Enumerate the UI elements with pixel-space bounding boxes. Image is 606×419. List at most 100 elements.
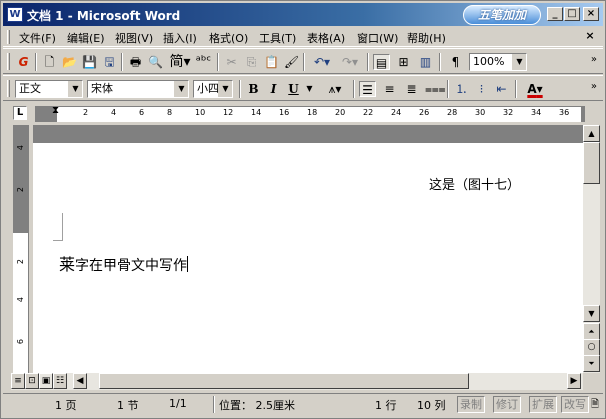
web-layout-icon[interactable]: ⊡ [25, 373, 39, 389]
scroll-up-icon[interactable]: ▲ [583, 125, 600, 142]
vertical-ruler-tick-label: 2 [16, 259, 25, 265]
outline-view-icon[interactable]: ☷ [53, 373, 67, 389]
numbering-icon[interactable]: ⒈ [453, 81, 470, 97]
formatting-toolbar: 正文 ▼ 宋体 ▼ 小四 ▼ B I U ▼ ⩚▾ ☰ ≡ ≣ ⩶ ⒈ ⁝ ⇤ A▾ … [3, 75, 603, 101]
bullets-icon[interactable]: ⁝ [473, 81, 490, 97]
vertical-scrollbar[interactable]: ▲ ▼ ⏶ ○ ⏷ [583, 125, 600, 373]
traditional-chinese-icon[interactable]: 简▾ [167, 54, 193, 70]
toolbar-options-chevron-icon[interactable]: » [591, 81, 597, 92]
ime-brand-badge[interactable]: 五笔加加 [463, 5, 541, 25]
menu-window[interactable]: 窗口(W) [357, 30, 398, 46]
chevron-down-icon[interactable]: ▼ [512, 54, 526, 70]
previous-page-icon[interactable]: ⏶ [583, 323, 600, 340]
menu-view[interactable]: 视图(V) [115, 30, 153, 46]
style-select[interactable]: 正文 ▼ [15, 80, 83, 98]
standard-toolbar: G 🗋 📂 💾 🖫 🖶 🔍 简▾ ᵃᵇᶜ ✂ ⎘ 📋 🖌 ↶▾ ↷▾ ▤ ⊞ ▥… [3, 48, 603, 74]
format-painter-icon[interactable]: 🖌 [283, 54, 300, 70]
spelling-status-icon[interactable]: 🗎 [591, 397, 599, 414]
menu-file[interactable]: 文件(F) [19, 30, 56, 46]
toolbar-options-chevron-icon[interactable]: » [591, 54, 597, 65]
distributed-icon[interactable]: ⩶ [425, 81, 446, 97]
align-center-icon[interactable]: ≡ [381, 81, 398, 97]
copy-icon[interactable]: ⎘ [243, 54, 260, 70]
text-cursor [187, 256, 189, 272]
new-document-icon[interactable]: 🗋 [41, 54, 58, 70]
chevron-down-icon[interactable]: ▼ [218, 81, 232, 97]
ime-g-icon[interactable]: G [15, 54, 32, 70]
undo-icon[interactable]: ↶▾ [309, 54, 335, 70]
title-bar[interactable]: W 文档 1 - Microsoft Word 五笔加加 _ □ × [3, 3, 603, 26]
save-icon[interactable]: 💾 [81, 54, 98, 70]
open-folder-icon[interactable]: 📂 [61, 54, 78, 70]
menu-tools[interactable]: 工具(T) [259, 30, 296, 46]
chevron-down-icon[interactable]: ▼ [174, 81, 188, 97]
select-browse-object-icon[interactable]: ○ [583, 339, 600, 356]
body-text-line[interactable]: 莱字在甲骨文中写作 [59, 251, 189, 275]
figure-caption[interactable]: 这是（图十七） [429, 174, 520, 193]
horizontal-ruler[interactable]: ⧗ 2 4 6 8 10 12 14 16 18 20 22 24 26 28 30 32 34 36 [35, 105, 585, 123]
word-window: W 文档 1 - Microsoft Word 五笔加加 _ □ × 文件(F)… [0, 0, 606, 419]
next-page-icon[interactable]: ⏷ [583, 355, 600, 372]
tab-selector[interactable]: L [13, 106, 27, 120]
menu-table[interactable]: 表格(A) [307, 30, 345, 46]
align-right-icon[interactable]: ≣ [403, 81, 420, 97]
document-map-icon[interactable]: ▤ [373, 54, 390, 70]
font-color-glyph: A [527, 82, 537, 96]
ruler-tick-label: 28 [447, 108, 458, 117]
status-extend[interactable]: 扩展 [529, 396, 557, 413]
status-record[interactable]: 录制 [457, 396, 485, 413]
ruler-tick-label: 24 [391, 108, 402, 117]
italic-button[interactable]: I [265, 81, 282, 97]
bold-button[interactable]: B [245, 81, 262, 97]
scroll-right-icon[interactable]: ▶ [567, 373, 581, 389]
columns-icon[interactable]: ▥ [417, 54, 434, 70]
show-hide-icon[interactable]: ¶ [447, 54, 464, 70]
menu-grip[interactable] [7, 30, 10, 44]
status-page-of: 1/1 [169, 397, 187, 410]
maximize-button[interactable]: □ [564, 7, 580, 21]
font-color-button[interactable]: A▾ [521, 81, 549, 97]
permission-icon[interactable]: 🖫 [101, 54, 118, 70]
cut-icon[interactable]: ✂ [223, 54, 240, 70]
print-layout-icon[interactable]: ▣ [39, 373, 53, 389]
ruler-tick-label: 18 [307, 108, 318, 117]
scroll-down-icon[interactable]: ▼ [583, 305, 600, 322]
chevron-down-icon[interactable]: ▼ [301, 81, 318, 97]
print-icon[interactable]: 🖶 [127, 54, 144, 70]
redo-icon[interactable]: ↷▾ [337, 54, 363, 70]
zoom-select[interactable]: 100% ▼ [469, 53, 527, 71]
font-size-select[interactable]: 小四 ▼ [193, 80, 233, 98]
minimize-button[interactable]: _ [547, 7, 563, 21]
paste-icon[interactable]: 📋 [263, 54, 280, 70]
document-area[interactable]: 这是（图十七） 莱字在甲骨文中写作 [33, 125, 583, 373]
justify-icon[interactable]: ☰ [359, 81, 376, 97]
insert-table-icon[interactable]: ⊞ [395, 54, 412, 70]
menu-edit[interactable]: 编辑(E) [67, 30, 105, 46]
normal-view-icon[interactable]: ≡ [11, 373, 25, 389]
vertical-ruler[interactable]: 4 2 2 4 6 [13, 125, 29, 373]
word-app-icon[interactable]: W [7, 7, 23, 22]
horizontal-scrollbar[interactable]: ≡ ⊡ ▣ ☷ ◀ ▶ [11, 373, 583, 390]
document-close-icon[interactable]: × [583, 29, 597, 43]
toolbar-grip[interactable] [7, 80, 10, 97]
scroll-left-icon[interactable]: ◀ [73, 373, 87, 389]
status-overtype[interactable]: 改写 [561, 396, 589, 413]
character-border-icon[interactable]: ⩚▾ [321, 81, 349, 97]
indent-marker-icon[interactable]: ⧗ [52, 105, 62, 123]
chevron-down-icon[interactable]: ▼ [68, 81, 82, 97]
vertical-ruler-tick-label: 2 [16, 187, 25, 193]
spelling-icon[interactable]: ᵃᵇᶜ [195, 54, 212, 70]
decrease-indent-icon[interactable]: ⇤ [493, 81, 510, 97]
close-button[interactable]: × [583, 7, 599, 21]
underline-button[interactable]: U [285, 81, 302, 97]
menu-insert[interactable]: 插入(I) [163, 30, 197, 46]
toolbar-grip[interactable] [7, 53, 10, 70]
vertical-scroll-thumb[interactable] [583, 142, 600, 184]
status-track-changes[interactable]: 修订 [493, 396, 521, 413]
toolbar-separator [447, 80, 449, 98]
horizontal-scroll-thumb[interactable] [99, 373, 469, 389]
font-select[interactable]: 宋体 ▼ [87, 80, 189, 98]
menu-format[interactable]: 格式(O) [209, 30, 248, 46]
print-preview-icon[interactable]: 🔍 [147, 54, 164, 70]
menu-help[interactable]: 帮助(H) [407, 30, 446, 46]
